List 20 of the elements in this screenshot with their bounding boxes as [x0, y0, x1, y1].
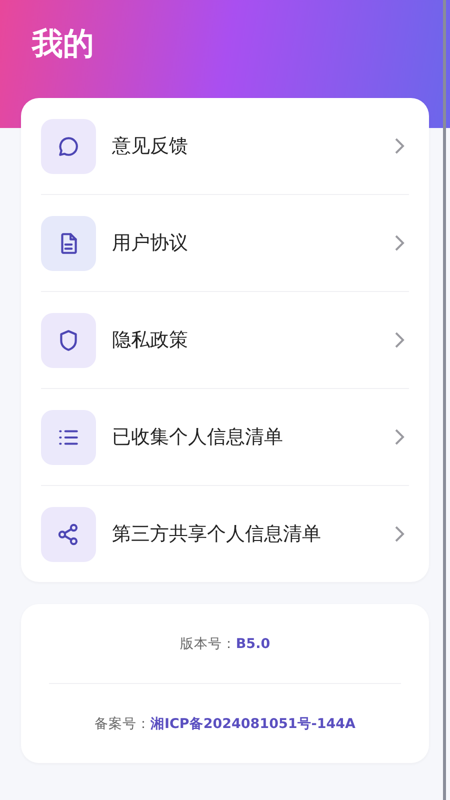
- chevron-right-icon: [393, 137, 405, 155]
- info-value: B5.0: [236, 636, 270, 652]
- info-value: 湘ICP备2024081051号-144A: [150, 714, 356, 732]
- chevron-right-icon: [393, 331, 405, 349]
- menu-item[interactable]: 隐私政策: [41, 292, 409, 389]
- menu-label: 隐私政策: [112, 328, 189, 353]
- menu-item[interactable]: 第三方共享个人信息清单: [41, 486, 409, 582]
- chevron-right-icon: [393, 525, 405, 543]
- info-label: 备案号：: [94, 714, 150, 732]
- menu-item[interactable]: 用户协议: [41, 195, 409, 292]
- info-label: 版本号：: [180, 634, 236, 652]
- menu-item[interactable]: 已收集个人信息清单: [41, 389, 409, 486]
- chevron-right-icon: [393, 428, 405, 446]
- menu-item[interactable]: 意见反馈: [41, 98, 409, 195]
- menu-label: 已收集个人信息清单: [112, 425, 284, 450]
- chevron-right-icon: [393, 234, 405, 252]
- page-title: 我的: [30, 25, 95, 64]
- menu-label: 意见反馈: [112, 134, 189, 159]
- menu-label: 第三方共享个人信息清单: [112, 522, 322, 547]
- menu-label: 用户协议: [112, 231, 189, 256]
